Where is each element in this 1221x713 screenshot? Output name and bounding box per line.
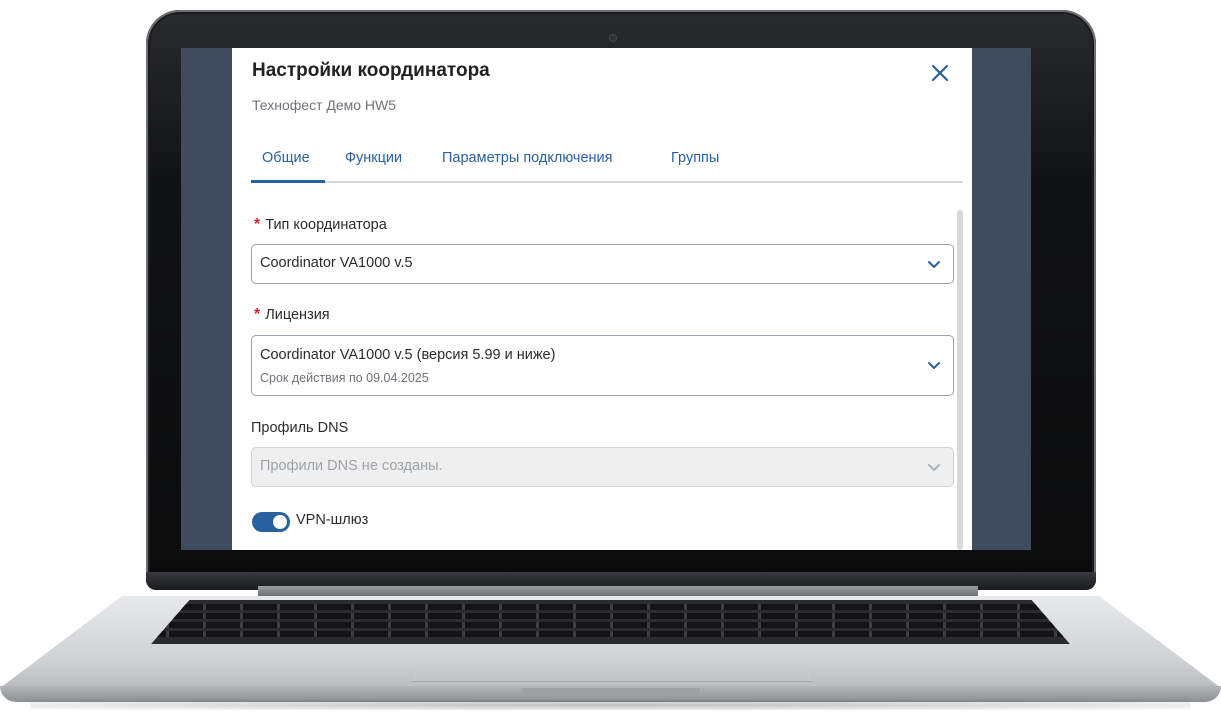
dns-profile-select: Профили DNS не созданы. (251, 447, 954, 487)
close-icon (931, 64, 949, 82)
chevron-down-icon (928, 362, 940, 369)
tab-bar: Общие Функции Параметры подключения Груп… (251, 144, 963, 183)
dialog-title: Настройки координатора (252, 60, 490, 81)
license-value: Coordinator VA1000 v.5 (версия 5.99 и ни… (260, 347, 556, 363)
license-label-text: Лицензия (265, 307, 330, 323)
coordinator-settings-dialog: Настройки координатора Технофест Демо HW… (232, 48, 972, 550)
coordinator-type-label: * Тип координатора (254, 216, 387, 234)
coordinator-type-select[interactable]: Coordinator VA1000 v.5 (251, 244, 954, 284)
scrollbar[interactable] (957, 210, 963, 550)
dns-profile-value: Профили DNS не созданы. (260, 458, 443, 474)
vpn-gateway-toggle[interactable] (252, 512, 290, 532)
laptop-hinge (258, 586, 978, 596)
required-mark: * (254, 306, 261, 323)
tab-general[interactable]: Общие (262, 150, 310, 166)
tab-groups[interactable]: Группы (671, 150, 719, 166)
license-label: * Лицензия (254, 306, 330, 324)
keyboard (151, 600, 1070, 644)
keyboard-row (151, 622, 1070, 628)
laptop-screen: Настройки координатора Технофест Демо HW… (181, 48, 1031, 550)
keyboard-row (151, 631, 1070, 637)
dialog-subtitle: Технофест Демо HW5 (252, 97, 397, 113)
active-tab-indicator (251, 180, 325, 183)
toggle-knob (273, 515, 287, 529)
required-mark: * (254, 216, 261, 233)
trackpad (412, 649, 812, 682)
close-button[interactable] (927, 60, 953, 86)
keyboard-row (151, 604, 1070, 610)
laptop-shadow (30, 700, 1190, 710)
chevron-down-icon (928, 464, 940, 471)
chevron-down-icon (928, 261, 940, 268)
license-select[interactable]: Coordinator VA1000 v.5 (версия 5.99 и ни… (251, 335, 954, 396)
tab-functions[interactable]: Функции (345, 150, 402, 166)
coordinator-type-value: Coordinator VA1000 v.5 (260, 255, 413, 271)
license-expiry: Срок действия по 09.04.2025 (260, 371, 429, 385)
dns-profile-label: Профиль DNS (251, 420, 349, 436)
coordinator-type-label-text: Тип координатора (265, 217, 387, 233)
keyboard-row (151, 613, 1070, 619)
tab-connection-params[interactable]: Параметры подключения (442, 150, 612, 166)
vpn-gateway-label: VPN-шлюз (296, 512, 369, 528)
laptop-notch (522, 688, 700, 696)
camera-icon (610, 35, 616, 41)
